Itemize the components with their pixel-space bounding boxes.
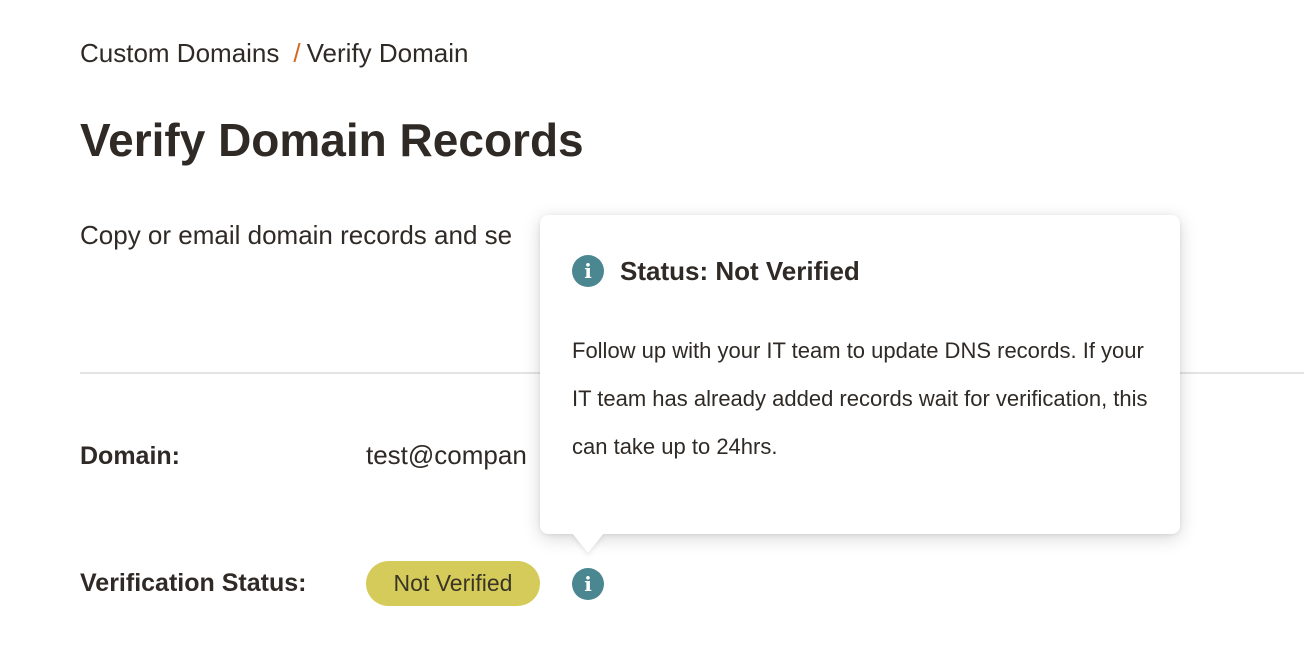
- status-tooltip: i Status: Not Verified Follow up with yo…: [540, 215, 1180, 534]
- domain-value: test@compan: [366, 440, 527, 470]
- page-title: Verify Domain Records: [80, 114, 584, 166]
- tooltip-title: Status: Not Verified: [620, 256, 860, 286]
- domain-label: Domain:: [80, 442, 180, 470]
- breadcrumb-custom-domains-link[interactable]: Custom Domains: [80, 38, 279, 68]
- breadcrumb: Custom Domains / Verify Domain: [80, 36, 468, 70]
- tooltip-body: Follow up with your IT team to update DN…: [572, 338, 1148, 459]
- tooltip-info-icon: i: [572, 255, 604, 287]
- breadcrumb-current: Verify Domain: [306, 38, 469, 68]
- breadcrumb-separator: /: [293, 38, 301, 68]
- page-description: Copy or email domain records and se: [80, 220, 513, 250]
- verification-status-label: Verification Status:: [80, 569, 307, 597]
- info-icon[interactable]: i: [572, 568, 604, 600]
- verify-domain-page: Custom Domains / Verify Domain Verify Doma…: [0, 0, 1304, 656]
- tooltip-arrow: [572, 533, 604, 553]
- status-badge: Not Verified: [366, 561, 540, 606]
